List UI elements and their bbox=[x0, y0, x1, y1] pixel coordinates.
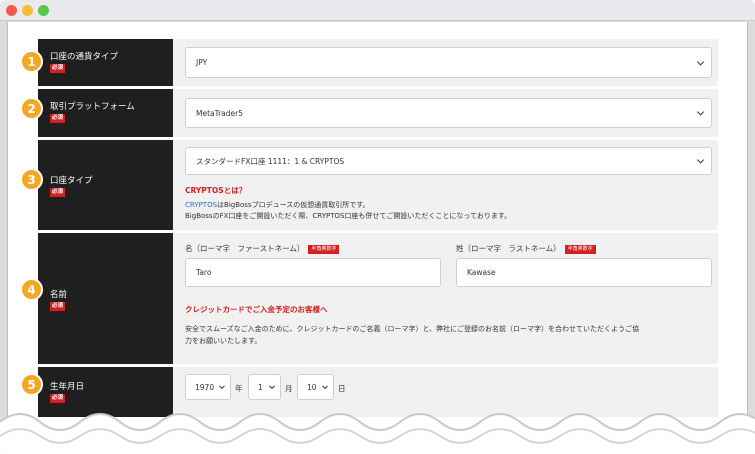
chevron-down-icon bbox=[696, 108, 705, 116]
minimize-window-button[interactable] bbox=[22, 5, 33, 16]
required-badge: 必須 bbox=[50, 302, 66, 311]
birth-year-select[interactable]: 1970 bbox=[185, 374, 231, 400]
cryptos-info-heading: CRYPTOSとは？ bbox=[185, 186, 247, 195]
cryptos-info-line1-text: はBigBossプロデュースの仮想通貨取引所です。 bbox=[217, 201, 370, 209]
name-label-cell: 名前 必須 bbox=[38, 233, 173, 364]
currency-field-cell: JPY bbox=[173, 39, 718, 86]
account-type-select[interactable]: スタンダードFX口座 1111：1 & CRYPTOS bbox=[185, 147, 712, 175]
page-content: 口座の通貨タイプ 必須 JPY 取引プラットフォーム 必須 MetaTrader… bbox=[7, 22, 748, 454]
step-5-badge: 5 bbox=[20, 373, 43, 396]
birth-day-value: 10 bbox=[307, 382, 317, 392]
birth-month-value: 1 bbox=[258, 382, 263, 392]
account-type-select-value: スタンダードFX口座 1111：1 & CRYPTOS bbox=[196, 156, 345, 166]
first-name-label: 名（ローマ字 ファーストネーム） 半角英数字 bbox=[185, 243, 340, 254]
platform-label: 取引プラットフォーム bbox=[50, 102, 135, 112]
torn-edge-decoration bbox=[0, 413, 755, 454]
first-name-value: Taro bbox=[196, 268, 212, 277]
platform-label-cell: 取引プラットフォーム 必須 bbox=[38, 89, 173, 137]
account-type-label: 口座タイプ bbox=[50, 176, 93, 186]
cryptos-link[interactable]: CRYPTOS bbox=[185, 201, 217, 209]
account-type-field-cell: スタンダードFX口座 1111：1 & CRYPTOS CRYPTOSとは？ C… bbox=[173, 140, 718, 230]
row-account-type: 口座タイプ 必須 スタンダードFX口座 1111：1 & CRYPTOS CRY… bbox=[38, 140, 718, 230]
credit-card-notice-line2: 力をお願いいたします。 bbox=[185, 337, 262, 345]
credit-card-notice-line1: 安全でスムーズなご入金のために、クレジットカードのご名義（ローマ字）と、弊社にご… bbox=[185, 325, 640, 333]
day-unit: 日 bbox=[338, 384, 346, 393]
credit-card-notice-heading: クレジットカードでご入金予定のお客様へ bbox=[185, 305, 328, 314]
last-name-input[interactable]: Kawase bbox=[456, 258, 712, 287]
maximize-window-button[interactable] bbox=[38, 5, 49, 16]
step-4-badge: 4 bbox=[20, 278, 43, 301]
last-name-value: Kawase bbox=[467, 268, 496, 277]
row-platform: 取引プラットフォーム 必須 MetaTrader5 bbox=[38, 89, 718, 137]
year-unit: 年 bbox=[235, 384, 243, 393]
chevron-down-icon bbox=[696, 57, 705, 66]
platform-select-value: MetaTrader5 bbox=[196, 108, 244, 118]
last-name-label: 姓（ローマ字 ラストネーム） 半角英数字 bbox=[456, 243, 596, 254]
row-name: 名前 必須 名（ローマ字 ファーストネーム） 半角英数字 Taro 姓（ローマ字 … bbox=[38, 233, 718, 364]
platform-select[interactable]: MetaTrader5 bbox=[185, 98, 712, 128]
alphanumeric-tag: 半角英数字 bbox=[564, 244, 596, 254]
step-3-badge: 3 bbox=[20, 168, 43, 191]
cryptos-info-line1: CRYPTOSはBigBossプロデュースの仮想通貨取引所です。 bbox=[185, 200, 370, 210]
platform-field-cell: MetaTrader5 bbox=[173, 89, 718, 137]
birth-day-select[interactable]: 10 bbox=[297, 374, 334, 400]
birth-month-select[interactable]: 1 bbox=[248, 374, 281, 400]
name-label: 名前 bbox=[50, 290, 68, 300]
required-badge: 必須 bbox=[50, 114, 66, 123]
last-name-label-text: 姓（ローマ字 ラストネーム） bbox=[456, 244, 561, 253]
title-bar bbox=[0, 0, 755, 21]
required-badge: 必須 bbox=[50, 64, 66, 73]
first-name-input[interactable]: Taro bbox=[185, 258, 441, 287]
birth-year-value: 1970 bbox=[195, 382, 215, 392]
step-1-badge: 1 bbox=[20, 50, 43, 73]
currency-select[interactable]: JPY bbox=[185, 47, 712, 78]
cryptos-info-line2: BigBossのFX口座をご開設いただく際、CRYPTOS口座も併せてご開設いた… bbox=[185, 212, 512, 220]
alphanumeric-tag: 半角英数字 bbox=[308, 244, 340, 254]
currency-label-cell: 口座の通貨タイプ 必須 bbox=[38, 39, 173, 86]
close-window-button[interactable] bbox=[6, 5, 17, 16]
currency-select-value: JPY bbox=[196, 58, 208, 67]
step-2-badge: 2 bbox=[20, 97, 43, 120]
chevron-down-icon bbox=[269, 383, 275, 390]
chevron-down-icon bbox=[696, 156, 705, 164]
currency-label: 口座の通貨タイプ bbox=[50, 52, 119, 62]
name-field-cell: 名（ローマ字 ファーストネーム） 半角英数字 Taro 姓（ローマ字 ラストネーム… bbox=[173, 233, 718, 364]
required-badge: 必須 bbox=[50, 188, 66, 197]
row-currency: 口座の通貨タイプ 必須 JPY bbox=[38, 39, 718, 86]
month-unit: 月 bbox=[285, 384, 293, 393]
browser-window: 口座の通貨タイプ 必須 JPY 取引プラットフォーム 必須 MetaTrader… bbox=[0, 0, 755, 454]
first-name-label-text: 名（ローマ字 ファーストネーム） bbox=[185, 244, 305, 253]
chevron-down-icon bbox=[322, 383, 328, 390]
account-type-label-cell: 口座タイプ 必須 bbox=[38, 140, 173, 230]
chevron-down-icon bbox=[219, 383, 225, 390]
birthdate-label: 生年月日 bbox=[50, 382, 85, 392]
